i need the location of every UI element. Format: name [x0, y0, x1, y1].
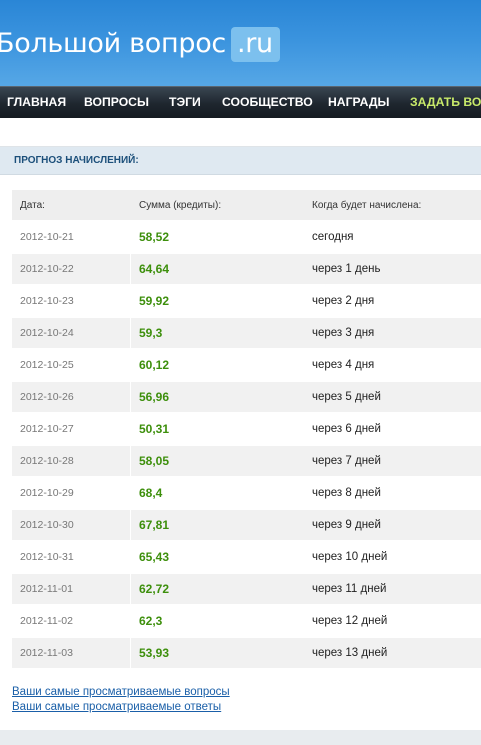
column-divider: [130, 542, 131, 572]
cell-date: 2012-10-21: [20, 231, 74, 243]
section-title: ПРОГНОЗ НАЧИСЛЕНИЙ:: [14, 155, 139, 166]
table-row: 2012-10-27 50,31 через 6 дней: [12, 414, 481, 444]
cell-amount: 59,3: [139, 326, 163, 340]
cell-date: 2012-11-03: [20, 647, 73, 659]
table-row: 2012-10-28 58,05 через 7 дней: [12, 446, 481, 476]
cell-amount: 68,4: [139, 486, 163, 500]
cell-date: 2012-11-01: [20, 583, 73, 595]
cell-when: через 5 дней: [312, 391, 381, 403]
column-divider: [130, 606, 131, 636]
links-block: Ваши самые просматриваемые вопросы Ваши …: [12, 685, 230, 715]
cell-when: через 4 дня: [312, 359, 375, 371]
table-row: 2012-10-21 58,52 сегодня: [12, 222, 481, 252]
cell-date: 2012-10-22: [20, 263, 74, 275]
table-row: 2012-11-03 53,93 через 13 дней: [12, 638, 481, 668]
cell-when: через 13 дней: [312, 647, 388, 659]
content-panel: Дата: Сумма (кредиты): Когда будет начис…: [0, 175, 481, 730]
column-divider: [130, 510, 131, 540]
nav-item-questions[interactable]: ВОПРОСЫ: [84, 95, 149, 109]
cell-date: 2012-10-25: [20, 359, 74, 371]
cell-when: через 3 дня: [312, 327, 375, 339]
section-header: ПРОГНОЗ НАЧИСЛЕНИЙ:: [0, 147, 481, 175]
cell-when: через 1 день: [312, 263, 381, 275]
logo-badge: .ru: [230, 27, 280, 62]
nav-item-ask-question[interactable]: ЗАДАТЬ ВОПРОС: [410, 95, 481, 109]
cell-amount: 62,3: [139, 614, 163, 628]
cell-date: 2012-10-26: [20, 391, 74, 403]
nav-item-home[interactable]: ГЛАВНАЯ: [7, 95, 66, 109]
site-logo[interactable]: Большой вопрос .ru: [0, 27, 280, 62]
table-body: 2012-10-21 58,52 сегодня 2012-10-22 64,64 чер…: [12, 222, 481, 668]
column-divider: [130, 286, 131, 316]
header-date: Дата:: [20, 200, 45, 211]
table-row: 2012-10-30 67,81 через 9 дней: [12, 510, 481, 540]
table-row: 2012-10-23 59,92 через 2 дня: [12, 286, 481, 316]
cell-when: через 6 дней: [312, 423, 381, 435]
column-divider: [130, 574, 131, 604]
table-row: 2012-10-25 60,12 через 4 дня: [12, 350, 481, 380]
cell-date: 2012-11-02: [20, 615, 73, 627]
cell-amount: 65,43: [139, 550, 170, 564]
table-row: 2012-11-02 62,3 через 12 дней: [12, 606, 481, 636]
cell-when: через 2 дня: [312, 295, 375, 307]
table-header: Дата: Сумма (кредиты): Когда будет начис…: [12, 190, 481, 220]
cell-date: 2012-10-31: [20, 551, 74, 563]
cell-when: через 7 дней: [312, 455, 381, 467]
table-row: 2012-10-22 64,64 через 1 день: [12, 254, 481, 284]
column-divider: [130, 350, 131, 380]
main-nav: ГЛАВНАЯ ВОПРОСЫ ТЭГИ СООБЩЕСТВО НАГРАДЫ …: [0, 86, 481, 118]
header-when: Когда будет начислена:: [312, 200, 422, 211]
cell-amount: 58,52: [139, 230, 170, 244]
cell-when: сегодня: [312, 231, 354, 243]
cell-amount: 58,05: [139, 454, 170, 468]
forecast-table: Дата: Сумма (кредиты): Когда будет начис…: [12, 190, 481, 668]
cell-amount: 67,81: [139, 518, 170, 532]
cell-date: 2012-10-27: [20, 423, 74, 435]
table-row: 2012-10-31 65,43 через 10 дней: [12, 542, 481, 572]
site-header: Большой вопрос .ru: [0, 0, 481, 86]
column-divider: [130, 382, 131, 412]
cell-date: 2012-10-24: [20, 327, 74, 339]
cell-when: через 9 дней: [312, 519, 381, 531]
cell-amount: 50,31: [139, 422, 170, 436]
table-row: 2012-11-01 62,72 через 11 дней: [12, 574, 481, 604]
cell-when: через 8 дней: [312, 487, 381, 499]
column-divider: [130, 222, 131, 252]
nav-item-community[interactable]: СООБЩЕСТВО: [222, 95, 313, 109]
sub-header-strip: [0, 118, 481, 147]
cell-when: через 10 дней: [312, 551, 388, 563]
cell-amount: 64,64: [139, 262, 170, 276]
logo-text: Большой вопрос: [0, 28, 226, 59]
nav-item-tags[interactable]: ТЭГИ: [169, 95, 201, 109]
column-divider: [130, 478, 131, 508]
cell-date: 2012-10-23: [20, 295, 74, 307]
table-row: 2012-10-26 56,96 через 5 дней: [12, 382, 481, 412]
column-divider: [130, 254, 131, 284]
nav-item-awards[interactable]: НАГРАДЫ: [328, 95, 389, 109]
cell-amount: 53,93: [139, 646, 170, 660]
column-divider: [130, 446, 131, 476]
link-top-questions[interactable]: Ваши самые просматриваемые вопросы: [12, 685, 230, 700]
cell-amount: 59,92: [139, 294, 170, 308]
column-divider: [130, 318, 131, 348]
column-divider: [130, 414, 131, 444]
link-top-answers[interactable]: Ваши самые просматриваемые ответы: [12, 700, 230, 715]
cell-date: 2012-10-30: [20, 519, 74, 531]
table-row: 2012-10-24 59,3 через 3 дня: [12, 318, 481, 348]
table-row: 2012-10-29 68,4 через 8 дней: [12, 478, 481, 508]
column-divider: [130, 638, 131, 668]
cell-date: 2012-10-29: [20, 487, 74, 499]
cell-date: 2012-10-28: [20, 455, 74, 467]
cell-when: через 11 дней: [312, 583, 387, 595]
cell-when: через 12 дней: [312, 615, 388, 627]
cell-amount: 56,96: [139, 390, 170, 404]
header-amount: Сумма (кредиты):: [139, 200, 222, 211]
footer-strip: [0, 730, 481, 745]
cell-amount: 62,72: [139, 582, 170, 596]
cell-amount: 60,12: [139, 358, 170, 372]
